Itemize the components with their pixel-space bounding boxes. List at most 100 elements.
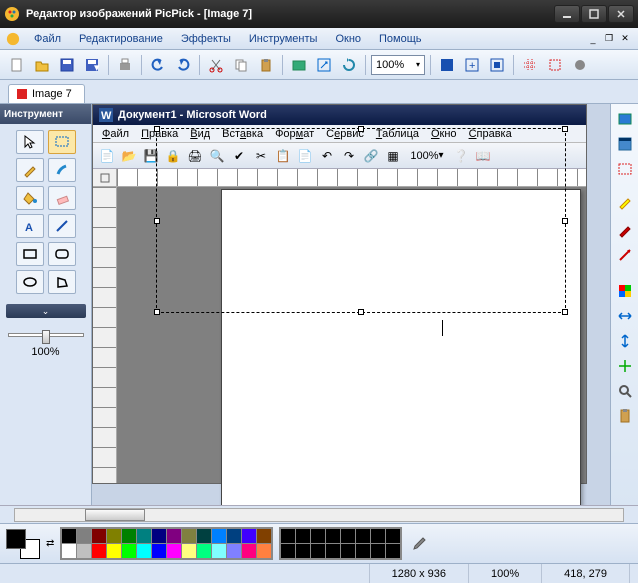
fullscreen-button[interactable] [436,54,458,76]
zoom-slider[interactable] [8,328,84,342]
custom-swatch[interactable] [296,529,310,543]
custom-swatch[interactable] [311,544,325,558]
tool-ellipse[interactable] [16,270,44,294]
color-swatch[interactable] [137,544,151,558]
rtool-capture-window[interactable] [614,133,636,155]
color-swatch[interactable] [257,529,271,543]
color-swatch[interactable] [167,544,181,558]
color-swatch[interactable] [107,529,121,543]
print-button[interactable] [114,54,136,76]
color-swatch[interactable] [122,544,136,558]
custom-swatch[interactable] [386,544,400,558]
color-swatch[interactable] [167,529,181,543]
custom-swatch[interactable] [386,529,400,543]
effects-dropdown-button[interactable] [569,54,591,76]
close-button[interactable] [608,5,634,23]
color-swatch[interactable] [137,529,151,543]
rtool-pen[interactable] [614,219,636,241]
scrollbar-thumb[interactable] [85,509,145,521]
mdi-restore-button[interactable]: ❐ [602,33,616,45]
open-button[interactable] [31,54,53,76]
mdi-minimize-button[interactable]: _ [586,33,600,45]
paste-button[interactable] [255,54,277,76]
tool-brush[interactable] [48,158,76,182]
color-swatch[interactable] [77,544,91,558]
custom-swatch[interactable] [311,529,325,543]
custom-swatch[interactable] [371,529,385,543]
fg-bg-colors[interactable] [6,529,40,559]
custom-swatch[interactable] [341,529,355,543]
canvas-area[interactable]: W Документ1 - Microsoft Word Файл Правка… [92,104,610,505]
rtool-highlight[interactable] [614,194,636,216]
rtool-clipboard[interactable] [614,405,636,427]
color-swatch[interactable] [182,529,196,543]
color-swatch[interactable] [152,544,166,558]
color-swatch[interactable] [92,544,106,558]
actual-button[interactable] [486,54,508,76]
menu-file[interactable]: Файл [26,31,69,47]
rtool-crosshair[interactable] [614,355,636,377]
color-swatch[interactable] [212,529,226,543]
minimize-button[interactable] [554,5,580,23]
tool-eraser[interactable] [48,186,76,210]
tool-text[interactable]: A [16,214,44,238]
cut-button[interactable] [205,54,227,76]
color-swatch[interactable] [182,544,196,558]
tools-expand-button[interactable]: ⌄ [6,304,86,318]
menu-effects[interactable]: Эффекты [173,31,239,47]
grid-button[interactable] [519,54,541,76]
capture-button[interactable] [288,54,310,76]
tool-line[interactable] [48,214,76,238]
rtool-magnifier[interactable] [614,380,636,402]
rotate-button[interactable] [338,54,360,76]
horizontal-scrollbar[interactable] [0,505,638,523]
tool-polygon[interactable] [48,270,76,294]
redo-button[interactable] [172,54,194,76]
color-swatch[interactable] [197,544,211,558]
custom-swatch[interactable] [371,544,385,558]
zoom-combobox[interactable]: 100% [371,55,425,75]
menu-help[interactable]: Помощь [371,31,430,47]
tool-select-rect[interactable] [48,130,76,154]
undo-button[interactable] [147,54,169,76]
color-swatch[interactable] [92,529,106,543]
tool-fill[interactable] [16,186,44,210]
color-swatch[interactable] [227,544,241,558]
save-button[interactable] [56,54,78,76]
color-swatch[interactable] [227,529,241,543]
custom-swatch[interactable] [296,544,310,558]
color-swatch[interactable] [77,529,91,543]
custom-swatch[interactable] [341,544,355,558]
rtool-arrow[interactable] [614,244,636,266]
custom-swatch[interactable] [281,544,295,558]
mdi-close-button[interactable]: ✕ [618,33,632,45]
custom-swatch[interactable] [356,529,370,543]
rtool-width-horizontal[interactable] [614,305,636,327]
tool-pencil[interactable] [16,158,44,182]
rtool-height-vertical[interactable] [614,330,636,352]
custom-swatch[interactable] [326,544,340,558]
document-tab[interactable]: Image 7 [8,84,85,103]
color-swatch[interactable] [62,544,76,558]
saveas-button[interactable]: ▾ [81,54,103,76]
rtool-capture-screen[interactable] [614,108,636,130]
color-swatch[interactable] [62,529,76,543]
maximize-button[interactable] [581,5,607,23]
custom-swatch[interactable] [281,529,295,543]
rtool-capture-region[interactable] [614,158,636,180]
custom-swatch[interactable] [356,544,370,558]
selection-frame-button[interactable] [544,54,566,76]
color-swatch[interactable] [242,529,256,543]
new-button[interactable] [6,54,28,76]
foreground-color-swatch[interactable] [6,529,26,549]
color-swatch[interactable] [257,544,271,558]
color-swatch[interactable] [107,544,121,558]
eyedropper-button[interactable] [408,533,430,555]
color-swatch[interactable] [152,529,166,543]
swap-colors-button[interactable]: ⇄ [46,538,54,549]
custom-swatch[interactable] [326,529,340,543]
tool-rect[interactable] [16,242,44,266]
tool-roundrect[interactable] [48,242,76,266]
zoom-slider-thumb[interactable] [42,330,50,344]
resize-button[interactable] [313,54,335,76]
